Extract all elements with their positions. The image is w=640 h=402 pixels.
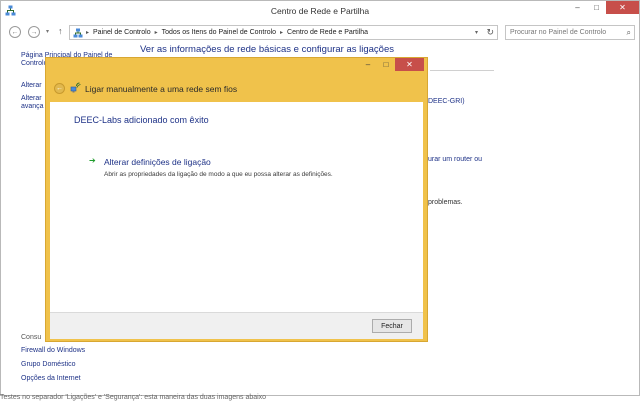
sidebar-link-homegroup[interactable]: Grupo Doméstico [21,361,75,368]
breadcrumb-item-network-center[interactable]: Centro de Rede e Partilha [287,29,368,36]
forward-button[interactable]: → [28,26,40,38]
refresh-icon[interactable]: ↻ [486,27,494,38]
sidebar-link-internet-options[interactable]: Opções da Internet [21,375,81,382]
maximize-button[interactable]: □ [587,1,606,14]
troubleshoot-text: problemas. [428,199,463,206]
breadcrumb-separator-icon: ▸ [86,30,90,36]
network-location-icon [73,28,83,38]
dialog-minimize-button[interactable]: – [359,58,377,71]
green-arrow-icon[interactable]: ➔ [89,156,96,165]
dialog-close-button[interactable]: ✕ [395,58,424,71]
dialog-content: DEEC-Labs adicionado com êxito ➔ Alterar… [50,102,423,339]
sidebar-link-change-adapter[interactable]: Alterar [21,82,42,89]
search-input[interactable]: Procurar no Painel de Controlo ⌕ [505,25,635,40]
sidebar-link-home-cont[interactable]: Controlo [21,60,47,67]
close-button[interactable]: ✕ [606,1,639,14]
minimize-button[interactable]: – [568,1,587,14]
cropped-caption-text: Testes no separador 'Ligações' e 'Segura… [0,394,267,401]
navigation-bar: ← → ▾ ↑ ▸ Painel de Controlo ▸ Todos os Ite… [1,23,639,41]
up-button[interactable]: ↑ [58,26,63,36]
dialog-footer: Fechar [50,312,423,339]
breadcrumb-item-control-panel[interactable]: Painel de Controlo [93,29,151,36]
connect-wireless-dialog: – □ ✕ ← Ligar manualmente a uma rede sem… [45,57,428,342]
dialog-back-button[interactable]: ← [54,83,65,94]
network-name-partial[interactable]: DEEC-GRI) [428,98,465,105]
search-icon[interactable]: ⌕ [627,28,631,38]
window-title: Centro de Rede e Partilha [270,6,370,16]
window-controls: – □ ✕ [568,1,639,15]
breadcrumb-separator-icon[interactable]: ▸ [155,30,158,36]
window-titlebar[interactable]: Centro de Rede e Partilha – □ ✕ [1,1,639,21]
address-bar[interactable]: ▸ Painel de Controlo ▸ Todos os Itens do Pa… [69,25,498,40]
section-divider [430,70,494,71]
success-message: DEEC-Labs adicionado com êxito [74,115,209,125]
breadcrumb-separator-icon[interactable]: ▸ [280,30,283,36]
address-dropdown-icon[interactable]: ▾ [475,29,478,36]
dialog-window-controls: – □ ✕ [359,58,424,71]
page-title: Ver as informações de rede básicas e con… [140,44,394,55]
breadcrumb: ▸ Painel de Controlo ▸ Todos os Itens do Pa… [86,29,368,36]
dialog-title: Ligar manualmente a uma rede sem fios [85,84,238,94]
recent-locations-dropdown[interactable]: ▾ [46,28,49,35]
sidebar-see-also-label: Consu [21,334,42,341]
sidebar-link-change-advanced-cont[interactable]: avança [21,103,44,110]
change-connection-settings-description: Abrir as propriedades da ligação de modo… [104,171,333,178]
back-button[interactable]: ← [9,26,21,38]
change-connection-settings-link[interactable]: Alterar definições de ligação [104,157,211,167]
sidebar-link-firewall[interactable]: Firewall do Windows [21,347,85,354]
dialog-maximize-button[interactable]: □ [377,58,395,71]
breadcrumb-item-all-items[interactable]: Todos os Itens do Painel de Controlo [162,29,276,36]
sidebar-link-change-advanced[interactable]: Alterar [21,95,42,102]
search-placeholder: Procurar no Painel de Controlo [510,29,607,36]
setup-connection-link[interactable]: urar um router ou [428,156,482,163]
close-dialog-button[interactable]: Fechar [372,319,412,333]
wireless-network-icon [70,82,81,93]
